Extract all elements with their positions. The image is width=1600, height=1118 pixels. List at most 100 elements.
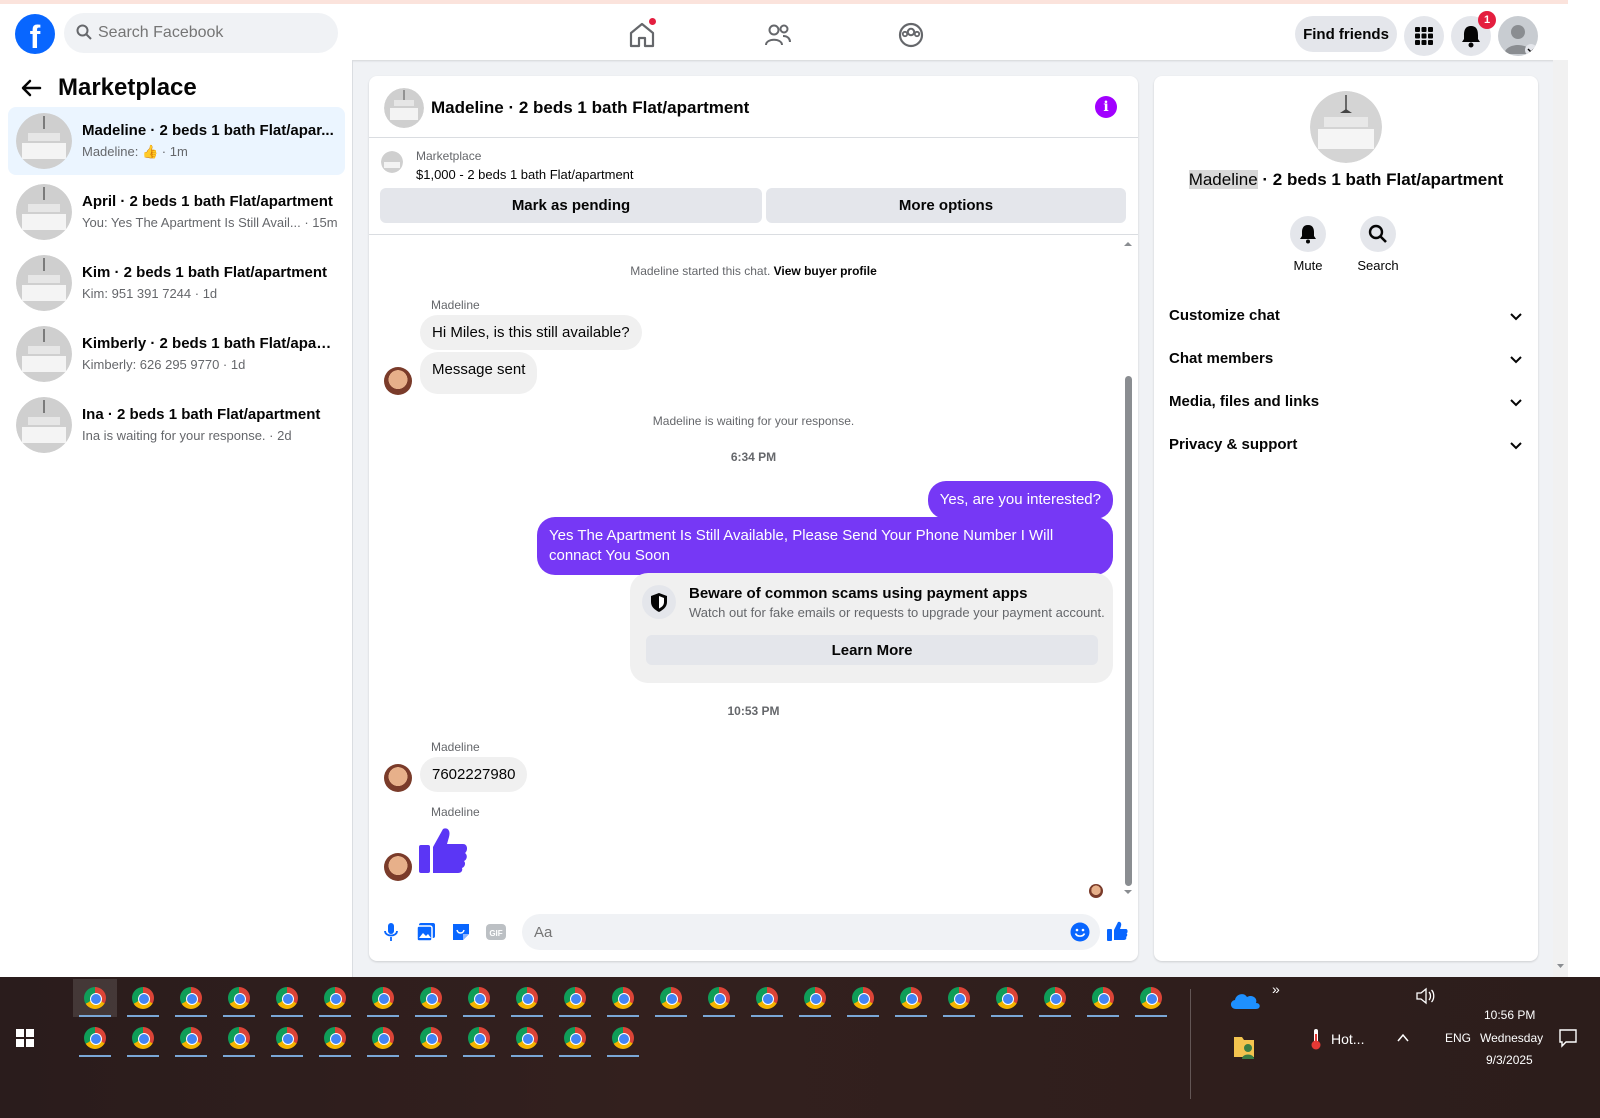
taskbar-chrome-window[interactable] xyxy=(1081,979,1125,1017)
search-action[interactable]: Search xyxy=(1348,216,1408,273)
taskbar-chrome-window[interactable] xyxy=(1129,979,1173,1017)
taskbar-chrome-window[interactable] xyxy=(265,979,309,1017)
search-input[interactable] xyxy=(98,13,328,53)
clock-day[interactable]: Wednesday xyxy=(1480,1031,1543,1045)
friends-icon[interactable] xyxy=(763,20,793,50)
gif-icon[interactable]: GIF xyxy=(485,922,507,942)
learn-more-button[interactable]: Learn More xyxy=(646,635,1098,665)
info-icon[interactable]: i xyxy=(1095,96,1117,118)
view-buyer-profile-link[interactable]: View buyer profile xyxy=(774,264,877,278)
taskbar-chrome-window[interactable] xyxy=(985,979,1029,1017)
message-input[interactable] xyxy=(534,914,1054,950)
overflow-chevron-icon[interactable]: » xyxy=(1272,981,1280,997)
weather-text[interactable]: Hot... xyxy=(1331,1031,1364,1047)
taskbar-chrome-window[interactable] xyxy=(601,1019,645,1057)
incoming-message[interactable]: Message sent xyxy=(420,352,538,394)
more-options-button[interactable]: More options xyxy=(766,188,1126,223)
page-scrollbar[interactable] xyxy=(1553,60,1568,977)
tray-chevron-up-icon[interactable] xyxy=(1396,1031,1410,1045)
chrome-icon xyxy=(1092,987,1114,1009)
conversation-item[interactable]: Ina · 2 beds 1 bath Flat/apartment Ina is… xyxy=(8,391,345,459)
message-input-box[interactable] xyxy=(522,914,1100,950)
mute-action[interactable]: Mute xyxy=(1278,216,1338,273)
taskbar-chrome-window[interactable] xyxy=(169,1019,213,1057)
sticker-icon[interactable] xyxy=(451,922,471,942)
taskbar-app-pinned[interactable] xyxy=(73,979,117,1017)
windows-start-icon[interactable] xyxy=(16,1029,34,1047)
taskbar-chrome-window[interactable] xyxy=(169,979,213,1017)
taskbar-chrome-window[interactable] xyxy=(265,1019,309,1057)
listing-price[interactable]: $1,000 - 2 beds 1 bath Flat/apartment xyxy=(416,167,634,182)
taskbar-chrome-window[interactable] xyxy=(361,979,405,1017)
marketplace-inbox: Marketplace Madeline · 2 beds 1 bath Fla… xyxy=(0,60,353,977)
taskbar-chrome-window[interactable] xyxy=(1033,979,1077,1017)
sender-avatar[interactable] xyxy=(384,367,412,395)
conversation-item[interactable]: April · 2 beds 1 bath Flat/apartment You:… xyxy=(8,178,345,246)
like-icon[interactable] xyxy=(1106,920,1128,942)
taskbar-chrome-window[interactable] xyxy=(841,979,885,1017)
menu-button[interactable] xyxy=(1404,16,1444,56)
back-arrow-icon[interactable] xyxy=(20,77,42,99)
taskbar-chrome-window[interactable] xyxy=(457,1019,501,1057)
listing-large-thumbnail[interactable] xyxy=(1310,91,1382,163)
clock-date[interactable]: 9/3/2025 xyxy=(1486,1053,1533,1067)
incoming-message[interactable]: Hi Miles, is this still available? xyxy=(420,315,642,350)
mark-as-pending-button[interactable]: Mark as pending xyxy=(380,188,762,223)
microphone-icon[interactable] xyxy=(383,922,399,942)
conversation-item[interactable]: Madeline · 2 beds 1 bath Flat/apar... Mad… xyxy=(8,107,345,175)
taskbar-chrome-window[interactable] xyxy=(553,979,597,1017)
taskbar-chrome-window[interactable] xyxy=(889,979,933,1017)
page-title: Marketplace xyxy=(58,74,197,101)
search-box[interactable] xyxy=(64,13,338,53)
taskbar-chrome-window[interactable] xyxy=(121,1019,165,1057)
taskbar-chrome-window[interactable] xyxy=(313,979,357,1017)
chat-title[interactable]: Madeline · 2 beds 1 bath Flat/apartment xyxy=(431,98,749,118)
taskbar-chrome-window[interactable] xyxy=(937,979,981,1017)
taskbar-chrome-window[interactable] xyxy=(457,979,501,1017)
groups-icon[interactable] xyxy=(896,20,926,50)
details-section-customize-chat[interactable]: Customize chat xyxy=(1169,301,1523,331)
sender-avatar[interactable] xyxy=(384,764,412,792)
taskbar-chrome-window[interactable] xyxy=(409,1019,453,1057)
folder-user-icon[interactable] xyxy=(1233,1033,1255,1059)
taskbar-chrome-window[interactable] xyxy=(745,979,789,1017)
emoji-icon[interactable] xyxy=(1070,922,1090,942)
find-friends-button[interactable]: Find friends xyxy=(1295,16,1397,52)
onedrive-icon[interactable] xyxy=(1228,989,1262,1011)
conversation-item[interactable]: Kim · 2 beds 1 bath Flat/apartment Kim: 9… xyxy=(8,249,345,317)
details-section-chat-members[interactable]: Chat members xyxy=(1169,344,1523,374)
running-indicator xyxy=(271,1055,303,1057)
taskbar-chrome-window[interactable] xyxy=(73,1019,117,1057)
taskbar-chrome-window[interactable] xyxy=(697,979,741,1017)
incoming-message[interactable]: 7602227980 xyxy=(420,757,528,792)
taskbar-chrome-window[interactable] xyxy=(121,979,165,1017)
taskbar-chrome-window[interactable] xyxy=(601,979,645,1017)
listing-thumbnail[interactable] xyxy=(384,88,424,128)
taskbar-chrome-window[interactable] xyxy=(217,1019,261,1057)
facebook-logo[interactable]: f xyxy=(15,14,55,54)
taskbar-chrome-window[interactable] xyxy=(649,979,693,1017)
thermometer-icon[interactable] xyxy=(1308,1028,1324,1050)
taskbar-chrome-window[interactable] xyxy=(313,1019,357,1057)
taskbar-chrome-window[interactable] xyxy=(217,979,261,1017)
outgoing-message[interactable]: Yes, are you interested? xyxy=(927,481,1113,519)
conversation-item[interactable]: Kimberly · 2 beds 1 bath Flat/apart... Ki… xyxy=(8,320,345,388)
details-section-privacy-support[interactable]: Privacy & support xyxy=(1169,430,1523,460)
taskbar-chrome-window[interactable] xyxy=(361,1019,405,1057)
sender-avatar[interactable] xyxy=(384,853,412,881)
language-indicator[interactable]: ENG xyxy=(1445,1031,1471,1045)
clock-time[interactable]: 10:56 PM xyxy=(1484,1008,1535,1022)
details-section-media-files-and-links[interactable]: Media, files and links xyxy=(1169,387,1523,417)
outgoing-message[interactable]: Yes The Apartment Is Still Available, Pl… xyxy=(537,517,1113,575)
taskbar-chrome-window[interactable] xyxy=(409,979,453,1017)
svg-text:GIF: GIF xyxy=(489,929,502,938)
notification-center-icon[interactable] xyxy=(1558,1028,1578,1048)
taskbar-chrome-window[interactable] xyxy=(553,1019,597,1057)
thumbs-up-sticker-icon[interactable] xyxy=(419,825,469,875)
taskbar-chrome-window[interactable] xyxy=(505,1019,549,1057)
photo-icon[interactable] xyxy=(416,922,436,942)
taskbar-chrome-window[interactable] xyxy=(793,979,837,1017)
taskbar-chrome-window[interactable] xyxy=(505,979,549,1017)
account-avatar[interactable] xyxy=(1498,16,1538,56)
volume-icon[interactable] xyxy=(1415,987,1435,1005)
